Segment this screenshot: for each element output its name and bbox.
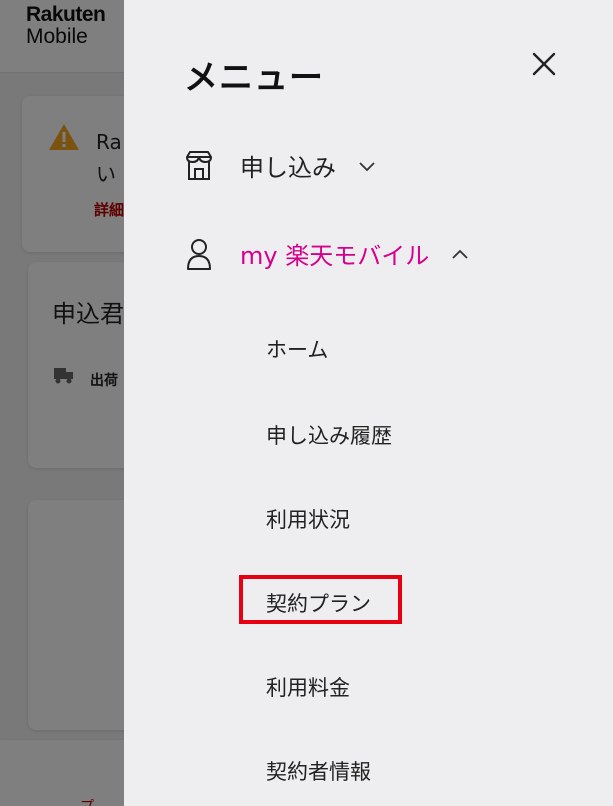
menu-item-home[interactable]: ホーム (266, 334, 328, 364)
menu-section-my-rakuten-label: my 楽天モバイル (240, 242, 430, 270)
menu-item-contractor-info[interactable]: 契約者情報 (266, 756, 371, 786)
menu-item-usage-fee[interactable]: 利用料金 (266, 672, 350, 702)
menu-item-application-history[interactable]: 申し込み履歴 (266, 420, 392, 450)
menu-item-usage-status[interactable]: 利用状況 (266, 504, 350, 534)
store-icon (186, 150, 212, 180)
screen: Rakuten Mobile Ra い 詳細 申込君 出荷 プ メニュー (0, 0, 613, 806)
menu-drawer: メニュー 申し込み my 楽天モバイル ホーム 申し込み履歴 利用状況 契約プラ… (124, 0, 613, 806)
menu-section-apply-label: 申し込み (240, 154, 336, 182)
chevron-down-icon (359, 161, 375, 171)
menu-section-my-rakuten[interactable]: my 楽天モバイル (184, 236, 469, 271)
highlight-box (239, 575, 402, 624)
menu-section-apply[interactable]: 申し込み (184, 148, 376, 183)
menu-title: メニュー (184, 58, 324, 98)
chevron-up-icon (452, 249, 468, 259)
person-icon (187, 238, 211, 270)
close-icon[interactable] (524, 44, 564, 84)
